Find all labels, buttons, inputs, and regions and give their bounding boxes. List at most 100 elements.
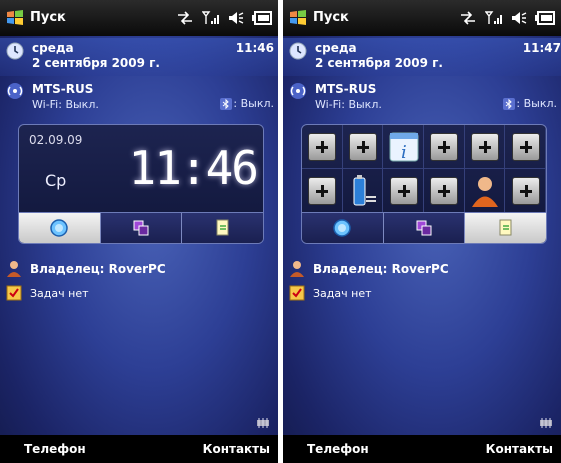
bluetooth-icon [503, 97, 516, 110]
clock-panel[interactable]: 02.09.09 Ср 11:46 [18, 124, 264, 244]
tab-settings[interactable] [465, 213, 546, 243]
owner-icon [290, 261, 304, 277]
tab-clock[interactable] [19, 213, 101, 243]
wifi-status-text: Wi-Fi: Выкл. [315, 98, 382, 111]
softkey-bar: Телефон Контакты [283, 435, 561, 463]
title-bar: Пуск [0, 0, 278, 36]
launcher-slot[interactable] [342, 169, 384, 213]
signal-icon[interactable] [485, 11, 503, 25]
weekday-text: среда [315, 41, 357, 55]
panel-tabs [302, 212, 546, 243]
volume-icon[interactable] [511, 11, 527, 25]
right-screen: Пуск среда 2 сентября 2009 г. 11:47 MTS-… [283, 0, 561, 463]
launcher-slot[interactable] [424, 125, 465, 169]
title-bar: Пуск [283, 0, 561, 36]
launcher-slot[interactable] [424, 169, 465, 213]
full-date-text: 2 сентября 2009 г. [32, 56, 160, 70]
windows-start-icon[interactable] [6, 9, 24, 27]
clock-icon [289, 42, 307, 60]
start-label[interactable]: Пуск [313, 10, 349, 25]
sync-tray-icon[interactable] [256, 417, 270, 429]
clock-icon [6, 42, 24, 60]
launcher-slot[interactable] [505, 169, 546, 213]
network-row[interactable]: MTS-RUS Wi-Fi: Выкл. : Выкл. [283, 80, 561, 118]
sync-tray-icon[interactable] [539, 417, 553, 429]
left-screen: Пуск среда 2 сентября 2009 г. 11:46 MTS-… [0, 0, 278, 463]
launcher-slot[interactable] [383, 169, 424, 213]
plus-icon [308, 133, 337, 161]
wifi-icon [7, 83, 23, 99]
info-icon: i [389, 132, 419, 163]
wifi-icon [290, 83, 306, 99]
launcher-slot[interactable] [464, 169, 506, 213]
tasks-row[interactable]: Задач нет [0, 283, 278, 305]
globe-tab-icon [333, 219, 352, 237]
tab-programs[interactable] [101, 213, 183, 243]
plus-icon [389, 177, 418, 205]
launcher-slot[interactable] [302, 169, 343, 213]
softkey-contacts[interactable]: Контакты [486, 442, 553, 456]
owner-icon [7, 261, 21, 277]
launcher-slot[interactable] [505, 125, 546, 169]
plus-icon [348, 133, 377, 161]
launcher-panel[interactable]: i [301, 124, 547, 244]
launcher-slot[interactable] [302, 125, 343, 169]
signal-icon[interactable] [202, 11, 220, 25]
tab-programs[interactable] [384, 213, 466, 243]
windows-tab-icon [416, 220, 432, 236]
date-row[interactable]: среда 2 сентября 2009 г. 11:47 [283, 38, 561, 76]
windows-start-icon[interactable] [289, 9, 307, 27]
softkey-phone[interactable]: Телефон [307, 442, 369, 456]
bluetooth-icon [220, 97, 233, 110]
tasks-icon [6, 285, 22, 301]
connectivity-icon[interactable] [176, 11, 194, 25]
battery-app-icon [353, 175, 376, 206]
plus-icon [430, 133, 459, 161]
full-date-text: 2 сентября 2009 г. [315, 56, 443, 70]
softkey-contacts[interactable]: Контакты [203, 442, 270, 456]
contacts-icon [471, 177, 498, 207]
operator-text: MTS-RUS [315, 82, 377, 96]
launcher-slot[interactable] [464, 125, 506, 169]
time-text: 11:47 [522, 41, 561, 55]
tasks-icon [289, 285, 305, 301]
start-label[interactable]: Пуск [30, 10, 66, 25]
bluetooth-status-text: : Выкл. [516, 97, 557, 110]
launcher-slot[interactable] [342, 125, 384, 169]
panel-big-time: 11:46 [128, 141, 259, 195]
panel-weekday: Ср [45, 171, 67, 190]
owner-row[interactable]: Владелец: RoverPC [0, 258, 278, 280]
svg-text:i: i [401, 142, 407, 163]
plus-icon [511, 133, 540, 161]
owner-row[interactable]: Владелец: RoverPC [283, 258, 561, 280]
windows-tab-icon [133, 220, 149, 236]
tasks-text: Задач нет [313, 287, 372, 300]
owner-text: Владелец: RoverPC [30, 262, 166, 276]
battery-icon[interactable] [252, 11, 272, 25]
softkey-bar: Телефон Контакты [0, 435, 278, 463]
plus-icon [430, 177, 459, 205]
tab-settings[interactable] [182, 213, 263, 243]
date-row[interactable]: среда 2 сентября 2009 г. 11:46 [0, 38, 278, 76]
plus-icon [308, 177, 337, 205]
volume-icon[interactable] [228, 11, 244, 25]
panel-date: 02.09.09 [29, 133, 83, 147]
owner-text: Владелец: RoverPC [313, 262, 449, 276]
launcher-slot[interactable]: i [383, 125, 424, 169]
connectivity-icon[interactable] [459, 11, 477, 25]
settings-tab-icon [216, 219, 229, 236]
wifi-status-text: Wi-Fi: Выкл. [32, 98, 99, 111]
weekday-text: среда [32, 41, 74, 55]
globe-tab-icon [50, 219, 69, 237]
tasks-text: Задач нет [30, 287, 89, 300]
time-text: 11:46 [235, 41, 274, 55]
operator-text: MTS-RUS [32, 82, 94, 96]
plus-icon [511, 177, 540, 205]
tab-clock[interactable] [302, 213, 384, 243]
tasks-row[interactable]: Задач нет [283, 283, 561, 305]
plus-icon [470, 133, 499, 161]
network-row[interactable]: MTS-RUS Wi-Fi: Выкл. : Выкл. [0, 80, 278, 118]
battery-icon[interactable] [535, 11, 555, 25]
panel-tabs [19, 212, 263, 243]
softkey-phone[interactable]: Телефон [24, 442, 86, 456]
